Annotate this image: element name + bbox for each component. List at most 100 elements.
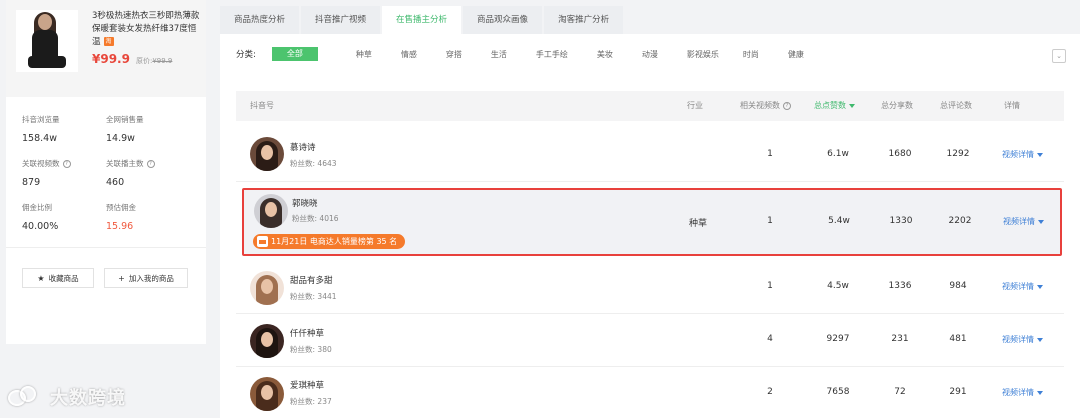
caret-down-icon: [1038, 219, 1044, 224]
host-name[interactable]: 仟仟种草: [290, 327, 324, 339]
col-details: 详情: [1004, 101, 1020, 110]
favorite-button[interactable]: ★ 收藏商品: [22, 268, 94, 288]
product-title[interactable]: 3秒极热速热衣三秒即热薄款保暖套装女发热纤维37度恒温淘: [92, 10, 200, 49]
likes-count: 5.4w: [828, 216, 850, 226]
video-count: 1: [767, 216, 773, 226]
comments-count: 1292: [946, 149, 970, 159]
fans-count: 粉丝数: 3441: [290, 292, 337, 301]
col-total-comments[interactable]: 总评论数: [940, 91, 972, 121]
video-count: 2: [767, 387, 773, 397]
video-detail-link[interactable]: 视频详情: [1002, 387, 1043, 398]
likes-count: 7658: [826, 387, 850, 397]
filter-item-handcraft[interactable]: 手工手绘: [536, 49, 568, 60]
col-total-shares[interactable]: 总分享数: [881, 91, 913, 121]
filter-item-seeding[interactable]: 种草: [356, 49, 372, 60]
product-stats: 抖音浏览量 158.4w 全网销售量 14.9w 关联视频数? 879 关联播主…: [6, 97, 206, 233]
table-row[interactable]: 慕诗诗 粉丝数: 4643 1 6.1w 1680 1292 视频详情: [236, 127, 1064, 182]
avatar[interactable]: [254, 194, 288, 228]
filter-item-entertainment[interactable]: 影视娱乐: [687, 49, 719, 60]
video-detail-link[interactable]: 视频详情: [1002, 334, 1043, 345]
col-account: 抖音号: [250, 101, 274, 110]
shares-count: 231: [891, 334, 909, 344]
avatar[interactable]: [250, 137, 284, 171]
video-detail-link[interactable]: 视频详情: [1002, 149, 1043, 160]
original-price: 原价:¥99.9: [135, 57, 173, 65]
likes-count: 6.1w: [827, 149, 849, 159]
stat-estimated-commission: 预估佣金 15.96: [106, 203, 136, 232]
filter-item-all[interactable]: 全部: [271, 47, 318, 61]
shares-count: 1680: [888, 149, 912, 159]
caret-down-icon: [1037, 337, 1043, 342]
watermark: 大数跨境: [8, 384, 126, 410]
video-detail-link[interactable]: 视频详情: [1002, 281, 1043, 292]
add-to-my-products-button[interactable]: + 加入我的商品: [104, 268, 188, 288]
product-image[interactable]: [16, 10, 78, 72]
fans-count: 粉丝数: 380: [290, 345, 332, 354]
video-detail-link[interactable]: 视频详情: [1003, 216, 1044, 227]
industry-tag: 种草: [688, 219, 707, 229]
fans-count: 粉丝数: 4016: [292, 214, 339, 223]
stat-douyin-views: 抖音浏览量 158.4w: [22, 115, 60, 144]
fans-count: 粉丝数: 4643: [290, 159, 337, 168]
tab-host-analysis[interactable]: 在售播主分析: [382, 6, 462, 34]
filter-item-beauty[interactable]: 美妆: [597, 49, 613, 60]
host-name[interactable]: 爱琪种草: [290, 379, 324, 391]
star-icon: ★: [37, 273, 45, 283]
chevron-down-icon: ⌄: [1056, 52, 1062, 60]
shares-count: 1336: [888, 281, 912, 291]
likes-count: 4.5w: [827, 281, 849, 291]
fans-count: 粉丝数: 237: [290, 397, 332, 406]
help-icon[interactable]: ?: [62, 160, 71, 168]
tab-product-heat[interactable]: 商品热度分析: [220, 6, 300, 34]
category-filter: 分类: 全部 种草 情感 穿搭 生活 手工手绘 美妆 动漫 影视娱乐 时尚 健康: [220, 34, 1080, 74]
stat-commission-ratio: 佣金比例 40.00%: [22, 203, 59, 232]
comments-count: 481: [949, 334, 967, 344]
table-header: 抖音号 行业 相关视频数? 总点赞数 总分享数 总评论数 详情: [236, 91, 1064, 121]
comments-count: 291: [949, 387, 967, 397]
stat-related-videos: 关联视频数? 879: [22, 159, 106, 189]
table-row[interactable]: 甜品有多甜 粉丝数: 3441 1 4.5w 1336 984 视频详情: [236, 261, 1064, 314]
filter-item-outfit[interactable]: 穿搭: [446, 49, 462, 60]
tab-taoke-analysis[interactable]: 淘客推广分析: [544, 6, 624, 34]
help-icon[interactable]: ?: [783, 101, 791, 110]
filter-item-anime[interactable]: 动漫: [642, 49, 658, 60]
avatar[interactable]: [250, 324, 284, 358]
col-related-videos: 相关视频数?: [740, 91, 791, 121]
table-row[interactable]: 仟仟种草 粉丝数: 380 4 9297 231 481 视频详情: [236, 314, 1064, 367]
col-total-likes[interactable]: 总点赞数: [814, 91, 855, 121]
avatar[interactable]: [250, 271, 284, 305]
host-name[interactable]: 慕诗诗: [290, 141, 316, 153]
filter-item-health[interactable]: 健康: [788, 49, 804, 60]
calendar-icon: [257, 236, 268, 247]
likes-count: 9297: [826, 334, 850, 344]
plus-icon: +: [118, 273, 125, 283]
tmall-icon: 淘: [103, 37, 114, 46]
video-count: 1: [767, 149, 773, 159]
product-panel: 3秒极热速热衣三秒即热薄款保暖套装女发热纤维37度恒温淘 ¥99.9 原价:¥9…: [6, 0, 206, 344]
tab-audience-profile[interactable]: 商品观众画像: [463, 6, 543, 34]
filter-item-life[interactable]: 生活: [491, 49, 507, 60]
host-name[interactable]: 甜品有多甜: [290, 274, 333, 286]
table-row[interactable]: 爱琪种草 粉丝数: 237 2 7658 72 291 视频详情: [236, 367, 1064, 418]
filter-item-emotion[interactable]: 情感: [401, 49, 417, 60]
video-count: 4: [767, 334, 773, 344]
product-price: ¥99.9: [92, 52, 130, 66]
tab-douyin-videos[interactable]: 抖音推广视频: [301, 6, 381, 34]
shares-count: 1330: [889, 216, 913, 226]
caret-down-icon: [1037, 390, 1043, 395]
product-card[interactable]: 3秒极热速热衣三秒即热薄款保暖套装女发热纤维37度恒温淘 ¥99.9 原价:¥9…: [6, 0, 206, 97]
watermark-logo-icon: [8, 386, 46, 408]
table-row-highlighted[interactable]: 郭晓晓 粉丝数: 4016 11月21日 电商达人销量榜第 35 名 种草 1 …: [242, 188, 1062, 256]
host-name[interactable]: 郭晓晓: [292, 197, 318, 209]
filter-item-fashion[interactable]: 时尚: [743, 49, 759, 60]
stat-total-sales: 全网销售量 14.9w: [106, 115, 144, 144]
comments-count: 984: [949, 281, 967, 291]
caret-down-icon: [1037, 284, 1043, 289]
stat-related-hosts: 关联播主数? 460: [106, 159, 190, 189]
tab-bar: 商品热度分析 抖音推广视频 在售播主分析 商品观众画像 淘客推广分析: [220, 6, 1080, 34]
help-icon[interactable]: ?: [146, 160, 155, 168]
expand-filter-button[interactable]: ⌄: [1052, 49, 1066, 63]
rank-badge: 11月21日 电商达人销量榜第 35 名: [253, 234, 406, 249]
comments-count: 2202: [948, 216, 972, 226]
avatar[interactable]: [250, 377, 284, 411]
